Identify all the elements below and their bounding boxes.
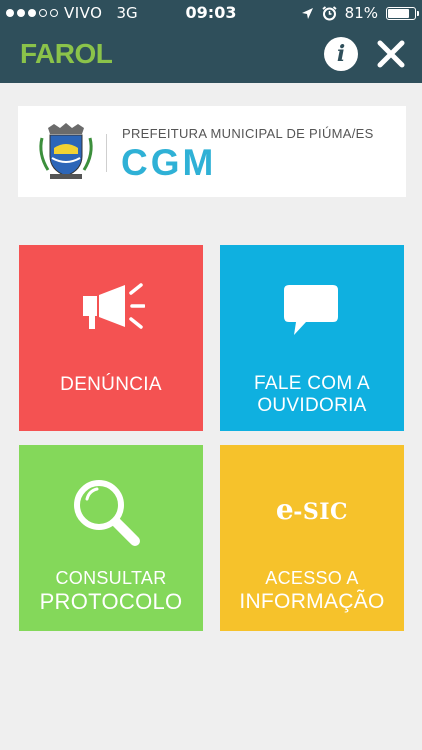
banner-divider <box>106 134 107 172</box>
consultar-protocolo-label: CONSULTAR PROTOCOLO <box>19 567 203 614</box>
app-title: FAROL <box>20 38 113 69</box>
battery-icon <box>386 6 419 20</box>
consultar-protocolo-tile[interactable]: CONSULTAR PROTOCOLO <box>19 445 203 631</box>
acesso-label-line2: INFORMAÇÃO <box>239 590 385 613</box>
esic-logo-sic: -SIC <box>293 499 349 525</box>
close-button[interactable] <box>374 37 408 71</box>
cgm-logo-text: CGM <box>121 142 217 183</box>
acesso-informacao-tile[interactable]: e-SIC ACESSO A INFORMAÇÃO <box>220 445 404 631</box>
ouvidoria-label-line2: OUVIDORIA <box>257 395 367 416</box>
denuncia-label: DENÚNCIA <box>60 374 162 395</box>
megaphone-icon <box>83 283 145 329</box>
battery-percent: 81% <box>344 4 378 22</box>
close-icon <box>377 40 405 68</box>
info-icon: i <box>336 41 346 67</box>
ouvidoria-tile[interactable]: FALE COM A OUVIDORIA <box>220 245 404 431</box>
consultar-label-line2: PROTOCOLO <box>39 589 183 614</box>
denuncia-tile[interactable]: DENÚNCIA <box>19 245 203 431</box>
acesso-label-line1: ACESSO A <box>265 568 359 588</box>
info-button[interactable]: i <box>324 37 358 71</box>
speech-bubble-icon <box>284 285 338 335</box>
consultar-label-line1: CONSULTAR <box>55 568 167 588</box>
municipal-crest-logo <box>39 123 93 179</box>
esic-logo-e: e <box>275 493 294 526</box>
app-header: VIVO 3G 09:03 81% FAROL i <box>0 0 422 83</box>
ouvidoria-label: FALE COM A OUVIDORIA <box>220 373 404 417</box>
location-arrow-icon <box>301 7 313 19</box>
esic-logo: e-SIC <box>220 493 404 526</box>
acesso-informacao-label: ACESSO A INFORMAÇÃO <box>220 567 404 614</box>
magnifier-icon <box>74 480 140 546</box>
institution-name: PREFEITURA MUNICIPAL DE PIÚMA/ES <box>122 126 374 141</box>
ouvidoria-label-line1: FALE COM A <box>254 373 370 394</box>
alarm-icon <box>322 5 337 20</box>
institution-banner: PREFEITURA MUNICIPAL DE PIÚMA/ES CGM <box>18 106 406 197</box>
status-bar: VIVO 3G 09:03 81% <box>0 0 422 26</box>
